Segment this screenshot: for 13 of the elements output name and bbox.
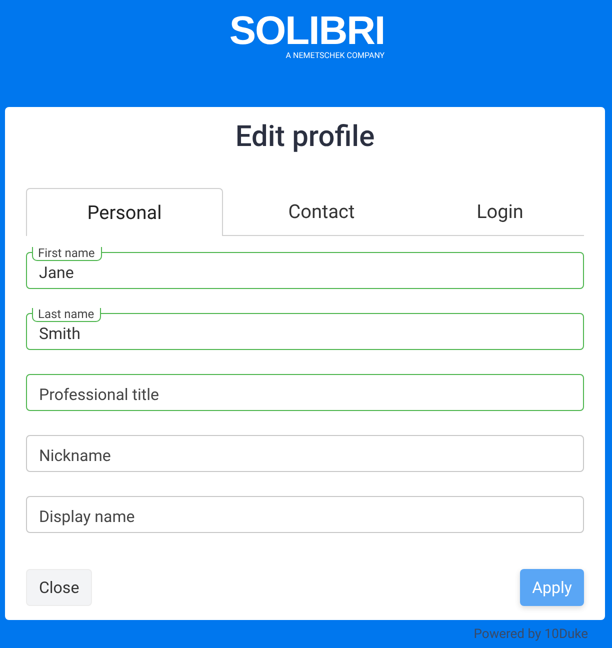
tab[interactable]: Login: [420, 188, 580, 236]
dialog-title: Edit profile: [234, 121, 376, 156]
field-label: First name: [32, 247, 102, 261]
field-label: Last name: [32, 308, 102, 322]
tab[interactable]: Contact: [223, 188, 420, 236]
input-field[interactable]: Display name: [26, 496, 584, 533]
input-field[interactable]: Nickname: [26, 435, 584, 472]
powered-by-text: Powered by 10Duke: [474, 627, 588, 642]
logo-tagline: A NEMETSCHEK COMPANY: [286, 51, 385, 60]
tab[interactable]: Personal: [26, 188, 223, 236]
input-field[interactable]: Professional title: [26, 374, 584, 411]
logo-wordmark: SOLIBRI: [229, 12, 385, 50]
close-button[interactable]: Close: [26, 569, 92, 606]
